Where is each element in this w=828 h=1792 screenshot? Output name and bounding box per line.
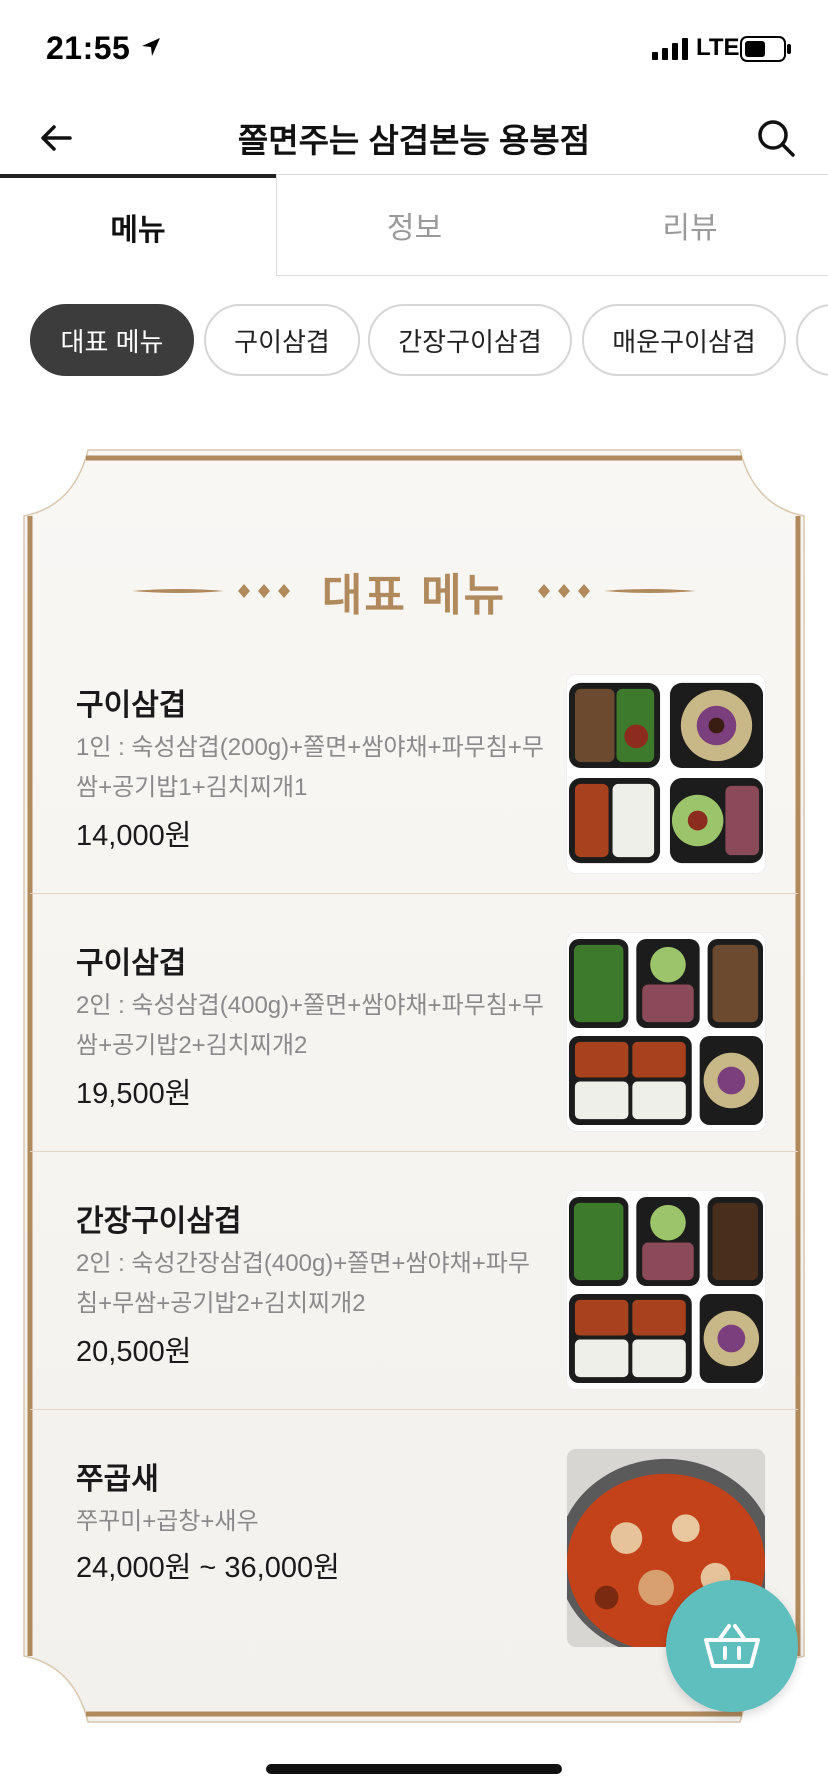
category-chips: 대표 메뉴 구이삼겹 간장구이삼겹 매운구이삼겹 xyxy=(0,304,828,376)
tab-review[interactable]: 리뷰 xyxy=(552,174,828,276)
menu-item-photo xyxy=(566,1190,766,1390)
network-type: LTE xyxy=(696,34,740,61)
search-button[interactable] xyxy=(748,110,804,166)
section-heading: 대표 메뉴 xyxy=(14,556,814,626)
menu-item-name: 구이삼겹 xyxy=(76,689,187,722)
arrow-left-icon xyxy=(41,125,72,151)
page-title: 쫄면주는 삼겹본능 용봉점 xyxy=(237,122,591,159)
menu-item-name: 간장구이삼겹 xyxy=(76,1205,242,1238)
section-title: 대표 메뉴 xyxy=(321,571,507,620)
menu-item-photo xyxy=(566,932,766,1132)
back-button[interactable] xyxy=(28,110,84,166)
menu-item-price: 20,500원 xyxy=(76,1336,192,1368)
chip-soy-grilled-pork[interactable]: 간장구이삼겹 xyxy=(368,304,572,376)
battery-icon xyxy=(740,36,791,62)
tab-bar: 메뉴 정보 리뷰 xyxy=(0,174,828,276)
ornament-left-icon xyxy=(131,584,290,598)
tab-info[interactable]: 정보 xyxy=(276,174,552,276)
basket-icon xyxy=(704,1624,760,1668)
menu-item[interactable]: 간장구이삼겹 2인 : 숙성간장삼겹(400g)+쫄면+쌈야채+파무침+무쌈+공… xyxy=(30,1152,798,1410)
menu-item-name: 쭈곱새 xyxy=(76,1463,159,1496)
chip-spicy-grilled-pork[interactable]: 매운구이삼겹 xyxy=(582,304,786,376)
menu-item[interactable]: 구이삼겹 2인 : 숙성삼겹(400g)+쫄면+쌈야채+파무침+무쌈+공기밥2+… xyxy=(30,894,798,1152)
cart-button[interactable] xyxy=(666,1580,798,1712)
status-bar: 21:55 LTE xyxy=(0,0,828,96)
ornament-right-icon xyxy=(538,584,697,598)
menu-item[interactable]: 구이삼겹 1인 : 숙성삼겹(200g)+쫄면+쌈야채+파무침+무쌈+공기밥1+… xyxy=(30,636,798,894)
menu-item-price: 14,000원 xyxy=(76,820,192,852)
menu-item-description: 2인 : 숙성삼겹(400g)+쫄면+쌈야채+파무침+무쌈+공기밥2+김치찌개2 xyxy=(76,992,544,1059)
menu-item-name: 구이삼겹 xyxy=(76,947,187,980)
chip-more[interactable] xyxy=(796,304,828,376)
menu-item-price: 19,500원 xyxy=(76,1078,192,1110)
status-time: 21:55 xyxy=(46,30,131,66)
search-icon xyxy=(758,120,795,157)
menu-item-description: 쭈꾸미+곱창+새우 xyxy=(76,1508,259,1535)
chip-grilled-pork[interactable]: 구이삼겹 xyxy=(204,304,360,376)
location-arrow-icon xyxy=(142,38,160,56)
menu-item-description: 1인 : 숙성삼겹(200g)+쫄면+쌈야채+파무침+무쌈+공기밥1+김치찌개1 xyxy=(76,734,544,801)
home-indicator xyxy=(266,1764,562,1774)
menu-item-description: 2인 : 숙성간장삼겹(400g)+쫄면+쌈야채+파무침+무쌈+공기밥2+김치찌… xyxy=(76,1250,530,1317)
menu-item-price: 24,000원 ~ 36,000원 xyxy=(76,1552,340,1584)
chip-signature-menu[interactable]: 대표 메뉴 xyxy=(30,304,194,376)
menu-item-photo xyxy=(566,674,766,874)
menu-panel: 대표 메뉴 구이삼겹 1인 : 숙성삼겹(200g)+쫄면+쌈야채+파무침+무쌈… xyxy=(14,436,814,1736)
signal-icon xyxy=(652,38,688,60)
tab-menu[interactable]: 메뉴 xyxy=(0,174,276,276)
app-header: 쫄면주는 삼겹본능 용봉점 xyxy=(0,96,828,180)
